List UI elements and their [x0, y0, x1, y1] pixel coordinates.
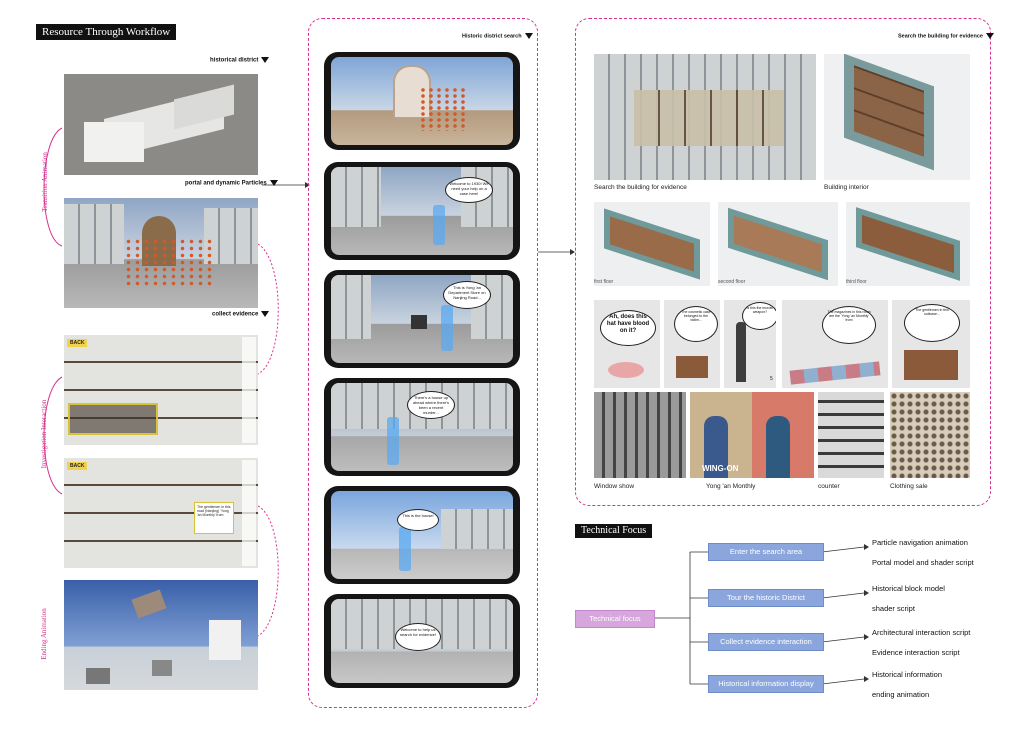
evidence-figure: Is this the murder weapon? 5	[724, 300, 776, 388]
page-title: Resource Through Workflow	[36, 24, 177, 40]
triangle-down-icon	[269, 180, 278, 186]
output-historical-block-model: Historical block model	[872, 584, 945, 593]
phone-screen-4: There's a house up ahead where there's b…	[324, 378, 520, 476]
dotted-curve-2	[257, 505, 279, 637]
output-historical-information: Historical information	[872, 670, 943, 679]
output-ending-animation: ending animation	[872, 690, 930, 699]
speech-bubble: Is this the murder weapon?	[742, 302, 776, 330]
building-interior-image	[824, 54, 970, 180]
label-historical-district: historical district	[210, 57, 270, 64]
phone-screen-1	[324, 52, 520, 150]
step-historical-info-display: Historical information display	[708, 675, 824, 693]
dotted-curve-1	[257, 243, 279, 375]
caption-floor-1: first floor	[594, 279, 614, 285]
floor-image-1	[594, 202, 710, 286]
speech-bubble: This is Yong 'an Department Store on Nan…	[443, 281, 491, 309]
side-label-investigation: Investigation Interaction	[40, 399, 48, 469]
speech-bubble: There's a house up ahead where there's b…	[407, 391, 455, 419]
speech-bubble: The magazines in this room are the 'Yong…	[822, 306, 876, 344]
photo-window-show	[594, 392, 686, 478]
triangle-down-icon	[524, 33, 533, 39]
photo-clothing-sale	[890, 392, 970, 478]
phone-screen-6: Welcome to help us search for evidence!	[324, 594, 520, 688]
triangle-down-icon	[261, 311, 270, 317]
caption-window-show: Window show	[594, 483, 635, 490]
caption-clothing-sale: Clothing sale	[890, 483, 928, 490]
label-historic-district-search: Historic district search	[462, 33, 533, 39]
label-portal-particles: portal and dynamic Particles	[185, 180, 278, 187]
phone-screen-3: This is Yong 'an Department Store on Nan…	[324, 270, 520, 368]
phone-screen-2: Welcome to 1930! We need your help on a …	[324, 162, 520, 260]
ending-animation-image	[64, 580, 258, 690]
floor-image-2	[718, 202, 838, 286]
label-collect-evidence: collect evidence	[212, 311, 270, 318]
side-label-ending: Ending Animation	[40, 608, 48, 660]
triangle-down-icon	[261, 57, 270, 63]
back-button[interactable]: BACK	[67, 462, 88, 470]
evidence-magazines: The magazines in this room are the 'Yong…	[782, 300, 888, 388]
output-particle-navigation: Particle navigation animation	[872, 538, 968, 547]
step-collect-evidence: Collect evidence interaction	[708, 633, 824, 651]
caption-floor-3: third floor	[846, 279, 867, 285]
step-enter-search-area: Enter the search area	[708, 543, 824, 561]
speech-bubble: Welcome to 1930! We need your help on a …	[445, 177, 493, 203]
investigation-image-2: BACK The gentlemen in this road (Nanjing…	[64, 458, 258, 568]
step-tour-historic-district: Tour the historic District	[708, 589, 824, 607]
back-button[interactable]: BACK	[67, 339, 88, 347]
poster-text: WING-ON	[702, 464, 739, 473]
speech-bubble: The cosmetic case belonged to the victim…	[674, 306, 718, 342]
speech-bubble: The gentlemen in this suitcase...	[904, 304, 960, 342]
output-evidence-interaction: Evidence interaction script	[872, 648, 960, 657]
caption-yongan-monthly: Yong 'an Monthly	[706, 483, 756, 490]
photo-counter	[818, 392, 884, 478]
floor-image-3	[846, 202, 970, 286]
output-portal-model: Portal model and shader script	[872, 558, 974, 567]
evidence-hat: Ah, does this hat have blood on it?	[594, 300, 660, 388]
investigation-image-1: BACK	[64, 335, 258, 445]
historical-district-image	[64, 74, 258, 175]
technical-focus-root: Technical focus	[575, 610, 655, 628]
evidence-number: 5	[770, 376, 773, 382]
caption-floor-2: second floor	[718, 279, 746, 285]
speech-bubble: This is the house!	[397, 509, 439, 531]
phone-screen-5: This is the house!	[324, 486, 520, 584]
caption-search-building: Search the building for evidence	[594, 184, 687, 191]
label-search-building: Search the building for evidence	[898, 33, 994, 39]
building-facade-image	[594, 54, 816, 180]
output-architectural-interaction: Architectural interaction script	[872, 628, 971, 637]
triangle-down-icon	[985, 33, 994, 39]
side-label-transition: Transition Animation	[41, 152, 49, 212]
caption-building-interior: Building interior	[824, 184, 869, 191]
evidence-suitcase: The gentlemen in this suitcase...	[892, 300, 970, 388]
technical-focus-title: Technical Focus	[575, 524, 653, 538]
portal-particles-image	[64, 198, 258, 308]
speech-bubble: Ah, does this hat have blood on it?	[600, 310, 656, 346]
caption-counter: counter	[818, 483, 840, 490]
speech-bubble: Welcome to help us search for evidence!	[395, 623, 441, 651]
output-shader-script: shader script	[872, 604, 915, 613]
evidence-case: The cosmetic case belonged to the victim…	[664, 300, 720, 388]
speech-bubble: The gentlemen in this road (Nanjing) 'Yo…	[194, 502, 234, 534]
photo-yongan-monthly: WING-ON	[690, 392, 814, 478]
